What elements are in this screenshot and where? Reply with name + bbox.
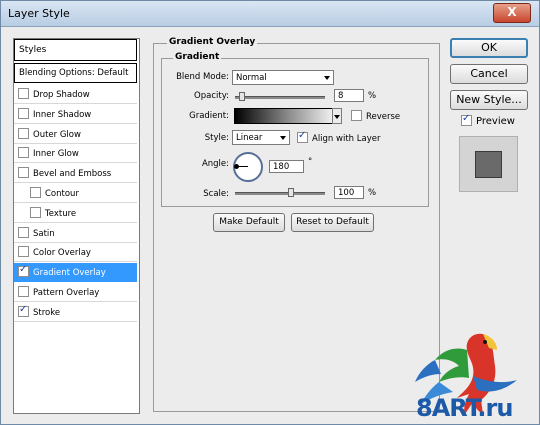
opacity-percent: % xyxy=(368,91,377,101)
style-checkbox[interactable] xyxy=(30,187,41,198)
style-item-label: Inner Glow xyxy=(33,149,79,160)
scale-slider-thumb[interactable] xyxy=(287,188,294,197)
new-style-button[interactable]: New Style... xyxy=(450,90,528,110)
opacity-input[interactable]: 8 xyxy=(334,89,364,102)
style-item-label: Bevel and Emboss xyxy=(33,169,112,180)
style-item-texture[interactable]: Texture xyxy=(14,204,137,223)
style-value: Linear xyxy=(236,133,263,143)
opacity-slider-thumb[interactable] xyxy=(239,92,246,101)
angle-dot xyxy=(234,164,239,169)
scale-label: Scale: xyxy=(203,189,229,199)
align-with-layer-label: Align with Layer xyxy=(312,134,381,144)
align-checkbox-row[interactable]: Align with Layer xyxy=(297,130,381,144)
style-item-color-overlay[interactable]: Color Overlay xyxy=(14,243,137,263)
reverse-label: Reverse xyxy=(366,112,401,122)
style-label: Style: xyxy=(204,133,229,143)
style-dropdown[interactable]: Linear xyxy=(232,130,290,145)
style-checkbox[interactable] xyxy=(18,226,29,238)
scale-slider-track[interactable] xyxy=(235,192,325,195)
style-checkbox[interactable] xyxy=(30,206,41,218)
styles-panel: Styles Blending Options: Default Drop Sh… xyxy=(13,38,140,414)
window-title: Layer Style xyxy=(8,7,70,20)
layer-style-dialog: Layer Style X Styles Blending Options: D… xyxy=(0,0,540,425)
preview-checkbox-row[interactable]: Preview xyxy=(461,113,515,127)
reverse-checkbox[interactable] xyxy=(351,110,362,121)
close-button[interactable]: X xyxy=(493,3,531,23)
scale-percent: % xyxy=(368,188,377,198)
style-checkbox[interactable] xyxy=(18,107,29,119)
blending-options-item[interactable]: Blending Options: Default xyxy=(14,63,137,83)
watermark-text: 8ART.ru xyxy=(416,394,513,422)
style-item-gradient-overlay[interactable]: Gradient Overlay xyxy=(14,263,137,283)
style-item-label: Satin xyxy=(33,228,55,239)
opacity-label: Opacity: xyxy=(194,91,229,101)
style-item-drop-shadow[interactable]: Drop Shadow xyxy=(14,85,137,104)
preview-label: Preview xyxy=(476,116,515,127)
style-item-stroke[interactable]: Stroke xyxy=(14,303,137,322)
style-checkbox[interactable] xyxy=(18,127,29,139)
gradient-picker-dropdown[interactable] xyxy=(332,108,342,124)
angle-input[interactable]: 180 xyxy=(269,160,304,173)
style-checkbox[interactable] xyxy=(18,167,29,179)
chevron-down-icon xyxy=(324,76,330,80)
angle-degree: ° xyxy=(308,157,313,167)
styles-header[interactable]: Styles xyxy=(14,39,137,61)
style-checkbox[interactable] xyxy=(18,286,29,297)
style-item-inner-glow[interactable]: Inner Glow xyxy=(14,144,137,164)
ok-button[interactable]: OK xyxy=(450,38,528,58)
chevron-down-icon xyxy=(280,136,286,140)
cancel-button[interactable]: Cancel xyxy=(450,64,528,84)
gradient-subgroup-title: Gradient xyxy=(173,52,222,62)
style-checkbox[interactable] xyxy=(18,88,29,99)
style-item-label: Stroke xyxy=(33,307,61,318)
style-item-label: Color Overlay xyxy=(33,248,91,259)
preview-thumbnail xyxy=(459,136,518,192)
align-with-layer-checkbox[interactable] xyxy=(297,130,308,143)
title-bar[interactable]: Layer Style X xyxy=(1,1,539,27)
style-item-label: Texture xyxy=(45,208,77,219)
blend-mode-value: Normal xyxy=(236,73,267,83)
blend-mode-dropdown[interactable]: Normal xyxy=(232,70,334,85)
style-item-outer-glow[interactable]: Outer Glow xyxy=(14,125,137,144)
style-item-bevel-and-emboss[interactable]: Bevel and Emboss xyxy=(14,164,137,184)
angle-dial[interactable] xyxy=(233,152,263,182)
angle-label: Angle: xyxy=(201,159,229,169)
preview-checkbox[interactable] xyxy=(461,113,472,126)
style-item-label: Drop Shadow xyxy=(33,90,90,100)
make-default-button[interactable]: Make Default xyxy=(213,213,285,232)
style-checkbox[interactable] xyxy=(18,264,29,278)
style-item-satin[interactable]: Satin xyxy=(14,224,137,243)
style-item-label: Gradient Overlay xyxy=(33,268,106,279)
gradient-swatch[interactable] xyxy=(234,108,340,124)
preview-swatch xyxy=(475,151,502,178)
opacity-slider-track[interactable] xyxy=(235,96,325,99)
style-item-label: Inner Shadow xyxy=(33,109,92,120)
reset-default-button[interactable]: Reset to Default xyxy=(291,213,374,232)
reverse-checkbox-row[interactable]: Reverse xyxy=(351,110,400,122)
style-item-label: Outer Glow xyxy=(33,129,81,140)
style-checkbox[interactable] xyxy=(18,304,29,317)
scale-input[interactable]: 100 xyxy=(334,186,364,199)
style-item-label: Pattern Overlay xyxy=(33,288,100,298)
style-checkbox[interactable] xyxy=(18,246,29,258)
gradient-label: Gradient: xyxy=(189,111,229,121)
style-item-label: Contour xyxy=(45,189,79,199)
gradient-overlay-title: Gradient Overlay xyxy=(167,37,258,47)
style-checkbox[interactable] xyxy=(18,147,29,159)
style-item-pattern-overlay[interactable]: Pattern Overlay xyxy=(14,283,137,302)
style-item-inner-shadow[interactable]: Inner Shadow xyxy=(14,105,137,124)
style-item-contour[interactable]: Contour xyxy=(14,184,137,203)
blend-mode-label: Blend Mode: xyxy=(176,72,229,82)
